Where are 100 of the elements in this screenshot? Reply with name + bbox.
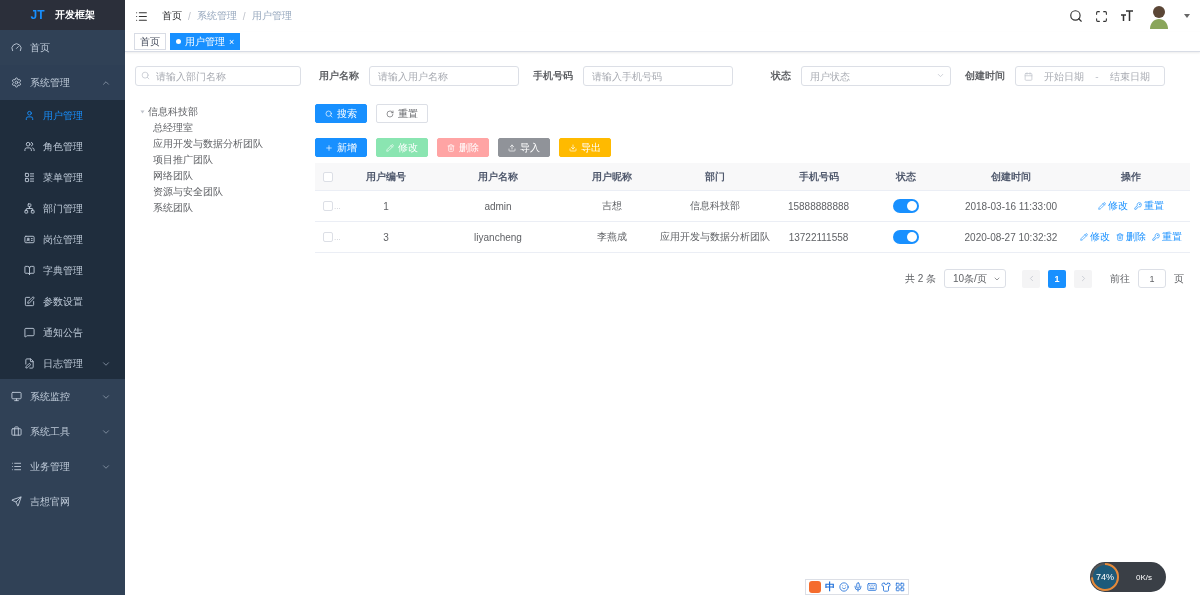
network-speed: 0K/s [1136,572,1152,582]
table-cell: 吉想 [601,199,622,213]
chevron-icon [936,71,945,80]
tab[interactable]: 首页 [134,33,166,50]
page-suffix: 页 [1174,271,1184,286]
sidebar-item[interactable]: 通知公告 [0,317,125,348]
monitor-icon [11,391,22,402]
tree-node[interactable]: 项目推广团队 [153,152,301,168]
column-header: 部门 [704,169,726,184]
tree-node[interactable]: 资源与安全团队 [153,184,301,200]
status-select[interactable]: 用户状态 [801,66,951,86]
paper-plane-icon [11,496,22,507]
font-size-icon[interactable] [1120,9,1134,23]
book-icon [24,265,35,276]
action-link[interactable]: 重置 [1133,199,1164,213]
pencil-icon [1097,202,1106,210]
status-switch[interactable] [893,199,919,213]
sidebar-item[interactable]: 日志管理 [0,348,125,379]
chat-icon [24,327,35,338]
dot-icon [176,39,181,44]
grid-icon[interactable] [895,582,905,592]
calendar-icon [1024,71,1033,81]
menu-icon[interactable] [135,9,148,23]
breadcrumb-item[interactable]: 首页 [162,9,182,23]
sidebar-item[interactable]: 角色管理 [0,131,125,162]
table-cell: 信息科技部 [690,199,740,213]
document-icon [24,358,35,369]
start-date-input[interactable]: 开始日期 [1038,70,1091,82]
column-header: 手机号码 [797,169,840,184]
column-header: 操作 [1119,169,1142,184]
menu-icon [24,172,35,183]
microphone-icon[interactable] [853,582,863,592]
table-cell: 13722111558 [788,231,849,243]
table-cell: 2018-03-16 11:33:00 [964,200,1058,212]
filter-input[interactable]: 请输入手机号码 [583,66,733,86]
app-title: 开发框架 [54,8,95,22]
filter-input[interactable]: 请输入用户名称 [369,66,519,86]
end-date-input[interactable]: 结束日期 [1103,70,1156,82]
tree-node[interactable]: 信息科技部 [141,104,301,120]
breadcrumb-separator: / [188,10,191,22]
breadcrumb-separator: / [242,10,246,22]
download-icon [569,143,577,152]
table-cell: admin [484,200,512,212]
caret-icon[interactable] [1184,14,1190,18]
sidebar-item[interactable]: 字典管理 [0,255,125,286]
sidebar-item[interactable]: 岗位管理 [0,224,125,255]
table-cell: liyancheng [474,231,522,243]
ellipsis: ... [334,232,341,242]
list-icon [11,461,22,472]
dept-search-field[interactable]: 请输入部门名称 [135,66,301,86]
filter-label: 用户名称 [319,69,359,83]
edit-icon [24,296,35,307]
filter-label: 创建时间 [965,69,1005,83]
ellipsis: ... [334,201,341,211]
filter-label: 状态 [771,69,791,83]
checkbox[interactable] [323,201,333,211]
column-header: 用户昵称 [590,169,633,184]
keyboard-icon[interactable] [867,582,877,592]
logo-mark: JT [30,8,45,22]
action-link[interactable]: 重置 [1151,230,1182,244]
sidebar-item[interactable]: 部门管理 [0,193,125,224]
key-icon [1151,233,1160,241]
gear-icon [11,77,22,88]
ime-mode-button[interactable]: 中 [825,580,835,594]
filter-label: 手机号码 [533,69,573,83]
pencil-icon [1079,233,1088,241]
tree-node[interactable]: 应用开发与数据分析团队 [153,136,301,152]
table-cell: 应用开发与数据分析团队 [660,230,770,244]
sidebar-item[interactable]: 参数设置 [0,286,125,317]
shirt-icon[interactable] [881,582,891,592]
smile-icon[interactable] [839,582,849,592]
tree-node[interactable]: 网络团队 [153,168,301,184]
usage-ring [1090,562,1120,592]
user-icon [24,110,35,121]
breadcrumb-item: 用户管理 [251,9,292,23]
search-icon[interactable] [1069,9,1083,23]
tree-node[interactable]: 总经理室 [153,120,301,136]
trash-icon [1115,233,1124,241]
reset-button[interactable]: 重置 [376,104,428,123]
tree-node[interactable]: 系统团队 [153,200,301,216]
status-switch[interactable] [893,230,919,244]
usage-percent: 74% [1096,572,1114,582]
checkbox[interactable] [323,232,333,242]
table-cell: 2020-08-27 10:32:32 [964,231,1058,243]
sidebar-item[interactable]: 用户管理 [0,100,125,131]
table-cell: 1 [383,200,389,212]
table-cell: 李燕成 [596,230,627,244]
checkbox[interactable] [323,171,333,182]
action-link[interactable]: 删除 [1115,230,1146,244]
dashboard-icon [11,42,22,53]
upload-icon [508,143,516,152]
table-cell: 15888888888 [787,200,850,212]
refresh-icon [386,109,394,118]
toolbox-icon [11,426,22,437]
fullscreen-icon[interactable] [1095,9,1108,23]
ime-logo-icon[interactable] [809,581,821,593]
column-header: 状态 [894,169,917,184]
page-size-select[interactable]: 10条/页 [944,269,1006,288]
sidebar-item[interactable]: 菜单管理 [0,162,125,193]
goto-page-input[interactable]: 1 [1138,269,1166,288]
